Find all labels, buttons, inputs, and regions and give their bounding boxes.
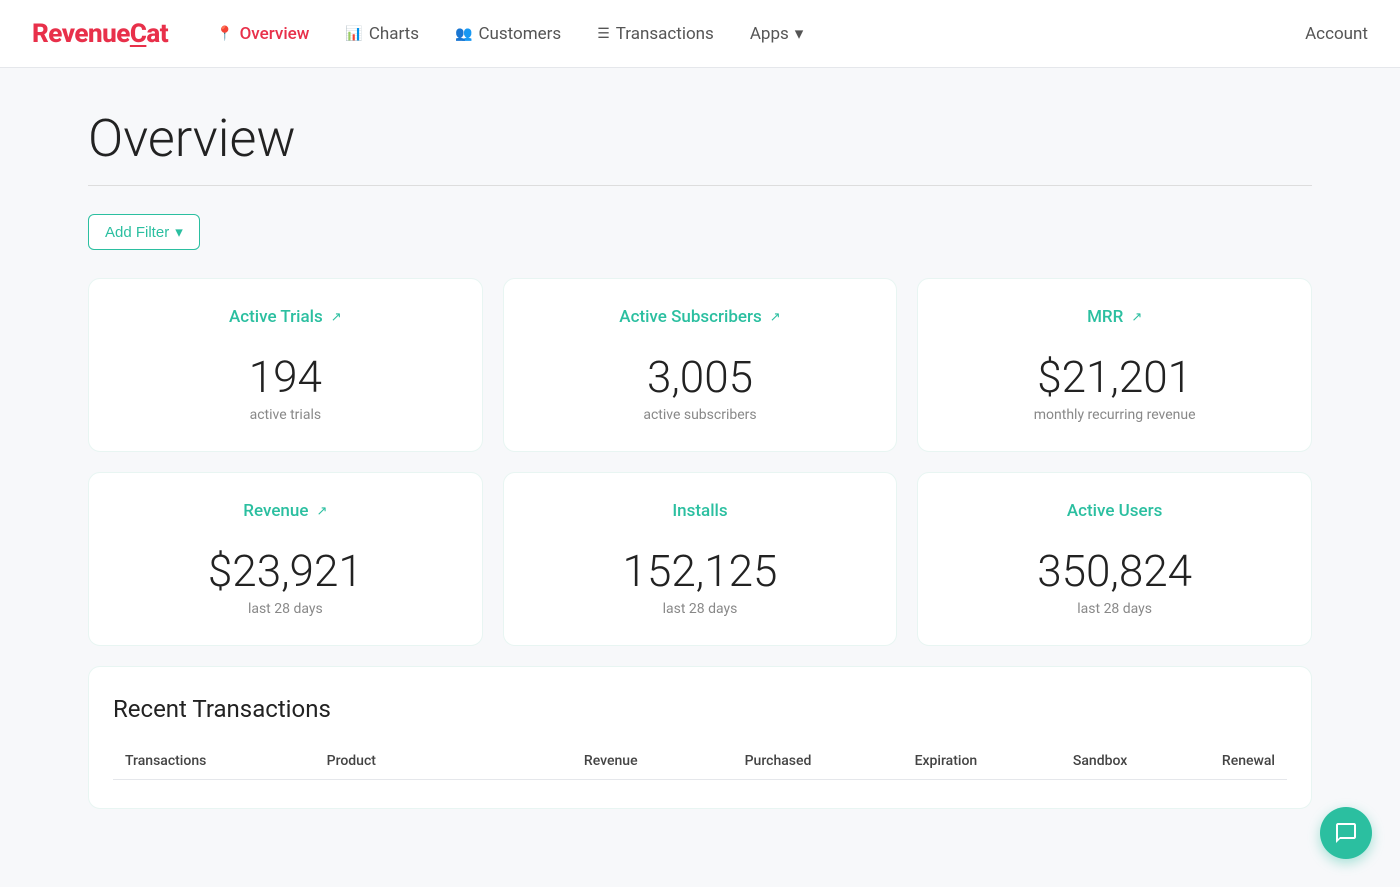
col-expiration: Expiration <box>823 743 989 780</box>
transactions-icon: ☰ <box>597 26 610 42</box>
col-transactions: Transactions <box>113 743 315 780</box>
card-revenue-title: Revenue ↗ <box>243 501 327 521</box>
navbar: RevenueCat 📍 Overview 📊 Charts 👥 Custome… <box>0 0 1400 68</box>
col-product: Product <box>315 743 455 780</box>
active-users-label: last 28 days <box>1077 601 1152 617</box>
nav-link-charts[interactable]: 📊 Charts <box>345 24 419 44</box>
active-subscribers-label: active subscribers <box>643 407 756 423</box>
card-mrr: MRR ↗ $21,201 monthly recurring revenue <box>917 278 1312 452</box>
apps-dropdown-icon: ▾ <box>795 24 804 44</box>
active-subscribers-ext-icon[interactable]: ↗ <box>770 310 781 325</box>
nav-link-apps[interactable]: Apps ▾ <box>750 24 804 44</box>
card-mrr-title: MRR ↗ <box>1087 307 1142 327</box>
filter-dropdown-icon: ▾ <box>175 223 183 241</box>
active-trials-value: 194 <box>249 355 322 399</box>
col-renewal: Renewal <box>1139 743 1287 780</box>
stats-row-1: Active Trials ↗ 194 active trials Active… <box>88 278 1312 452</box>
card-revenue: Revenue ↗ $23,921 last 28 days <box>88 472 483 646</box>
transactions-header-row: Transactions Product Revenue Purchased E… <box>113 743 1287 780</box>
card-active-users: Active Users 350,824 last 28 days <box>917 472 1312 646</box>
mrr-ext-icon[interactable]: ↗ <box>1131 310 1142 325</box>
col-revenue: Revenue <box>501 743 650 780</box>
col-purchased: Purchased <box>650 743 824 780</box>
installs-value: 152,125 <box>623 549 778 593</box>
mrr-value: $21,201 <box>1037 355 1192 399</box>
card-installs: Installs 152,125 last 28 days <box>503 472 898 646</box>
main-content: Overview Add Filter ▾ Active Trials ↗ 19… <box>40 68 1360 849</box>
active-users-value: 350,824 <box>1037 549 1192 593</box>
card-active-subscribers: Active Subscribers ↗ 3,005 active subscr… <box>503 278 898 452</box>
stats-row-2: Revenue ↗ $23,921 last 28 days Installs … <box>88 472 1312 646</box>
active-subscribers-value: 3,005 <box>647 355 753 399</box>
charts-icon: 📊 <box>345 26 362 42</box>
nav-link-customers[interactable]: 👥 Customers <box>455 24 561 44</box>
page-title: Overview <box>88 108 1312 169</box>
chat-button[interactable] <box>1320 807 1372 859</box>
recent-transactions-card: Recent Transactions Transactions Product… <box>88 666 1312 809</box>
chat-icon <box>1334 821 1358 845</box>
active-trials-ext-icon[interactable]: ↗ <box>331 310 342 325</box>
revenue-value: $23,921 <box>208 549 363 593</box>
card-active-trials: Active Trials ↗ 194 active trials <box>88 278 483 452</box>
overview-icon: 📍 <box>216 26 233 42</box>
add-filter-button[interactable]: Add Filter ▾ <box>88 214 200 250</box>
recent-transactions-title: Recent Transactions <box>113 695 1287 723</box>
nav-link-transactions[interactable]: ☰ Transactions <box>597 24 714 44</box>
col-spacer <box>455 743 501 780</box>
customers-icon: 👥 <box>455 26 472 42</box>
mrr-label: monthly recurring revenue <box>1034 407 1196 423</box>
title-divider <box>88 185 1312 186</box>
card-active-users-title: Active Users <box>1067 501 1163 521</box>
card-installs-title: Installs <box>672 501 727 521</box>
card-active-subscribers-title: Active Subscribers ↗ <box>619 307 780 327</box>
transactions-table: Transactions Product Revenue Purchased E… <box>113 743 1287 780</box>
transactions-table-header: Transactions Product Revenue Purchased E… <box>113 743 1287 780</box>
nav-links: 📍 Overview 📊 Charts 👥 Customers ☰ Transa… <box>216 24 1305 44</box>
revenue-label: last 28 days <box>248 601 323 617</box>
installs-label: last 28 days <box>663 601 738 617</box>
revenue-ext-icon[interactable]: ↗ <box>316 504 327 519</box>
nav-link-overview[interactable]: 📍 Overview <box>216 24 309 44</box>
col-sandbox: Sandbox <box>989 743 1139 780</box>
logo[interactable]: RevenueCat <box>32 19 168 49</box>
nav-account[interactable]: Account <box>1305 24 1368 44</box>
card-active-trials-title: Active Trials ↗ <box>229 307 342 327</box>
active-trials-label: active trials <box>250 407 322 423</box>
